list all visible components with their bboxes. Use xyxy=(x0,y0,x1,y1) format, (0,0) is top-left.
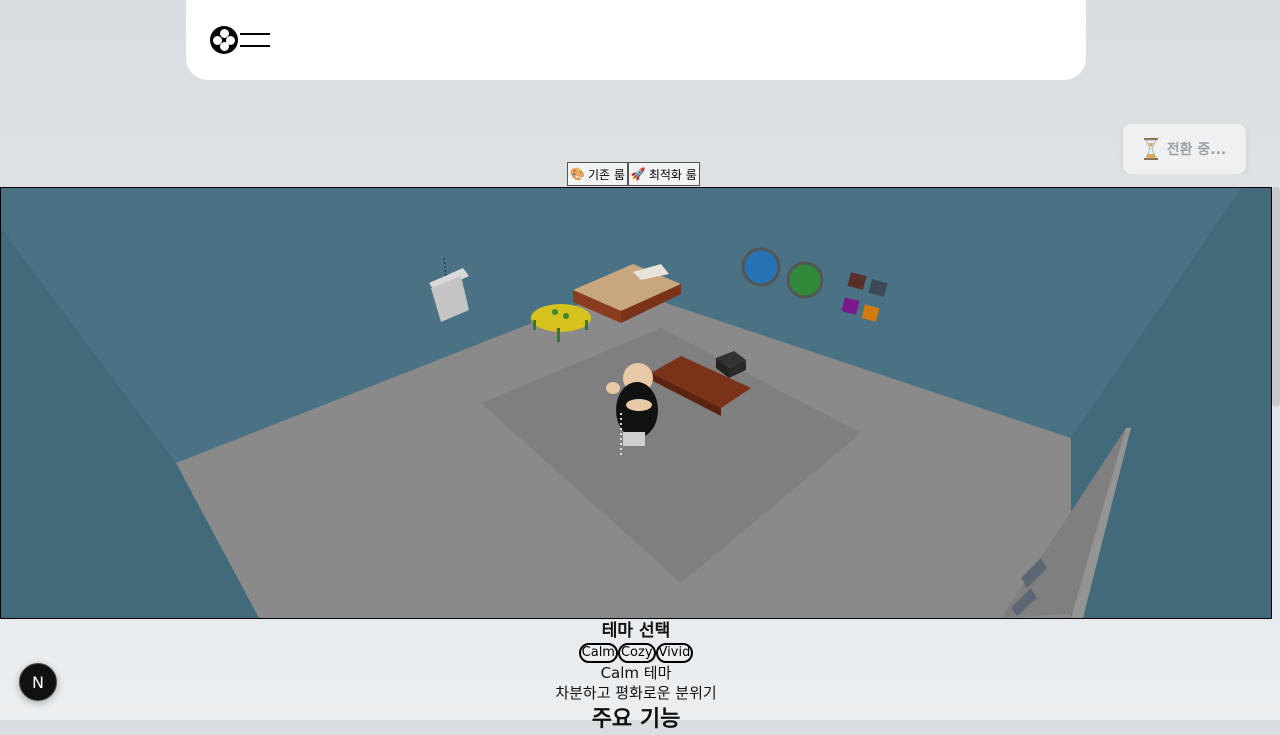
theme-title: 테마 선택 xyxy=(601,621,671,641)
theme-section: 테마 선택 Calm Cozy Vivid Calm 테마 차분하고 평화로운 … xyxy=(0,619,1272,735)
dev-tools-badge[interactable]: N xyxy=(19,663,57,701)
room-tabs: 🎨 기존 룸 🚀 최적화 룸 xyxy=(567,162,700,186)
logo[interactable] xyxy=(210,26,270,54)
palette-icon: 🎨 xyxy=(570,167,585,181)
tab-optimized-room-label: 최적화 룸 xyxy=(648,167,697,182)
tab-original-room-label: 기존 룸 xyxy=(587,167,625,182)
theme-buttons: Calm Cozy Vivid xyxy=(0,643,1272,663)
theme-calm-button[interactable]: Calm xyxy=(578,643,618,663)
tab-optimized-room[interactable]: 🚀 최적화 룸 xyxy=(627,162,700,186)
hamburger-menu-icon[interactable] xyxy=(240,33,270,47)
theme-vivid-button[interactable]: Vivid xyxy=(655,643,694,663)
room-3d-viewport[interactable] xyxy=(0,187,1272,619)
top-header xyxy=(186,0,1086,80)
selected-theme-name: Calm 테마 xyxy=(600,664,672,682)
toast-text: 전환 중... xyxy=(1166,142,1227,158)
rocket-icon: 🚀 xyxy=(630,167,646,181)
hourglass-icon xyxy=(1143,138,1158,160)
transition-toast: 전환 중... xyxy=(1123,124,1246,174)
theme-description: 차분하고 평화로운 분위기 xyxy=(555,684,717,702)
features-heading: 주요 기능 xyxy=(591,707,681,732)
badge-letter: N xyxy=(32,672,44,692)
room-scene[interactable] xyxy=(1,188,1271,618)
page-scrollbar[interactable] xyxy=(1272,187,1280,407)
tab-original-room[interactable]: 🎨 기존 룸 xyxy=(567,162,628,186)
flower-logo-icon xyxy=(210,26,238,54)
toast-progress-track xyxy=(1123,174,1246,178)
theme-cozy-button[interactable]: Cozy xyxy=(617,643,656,663)
